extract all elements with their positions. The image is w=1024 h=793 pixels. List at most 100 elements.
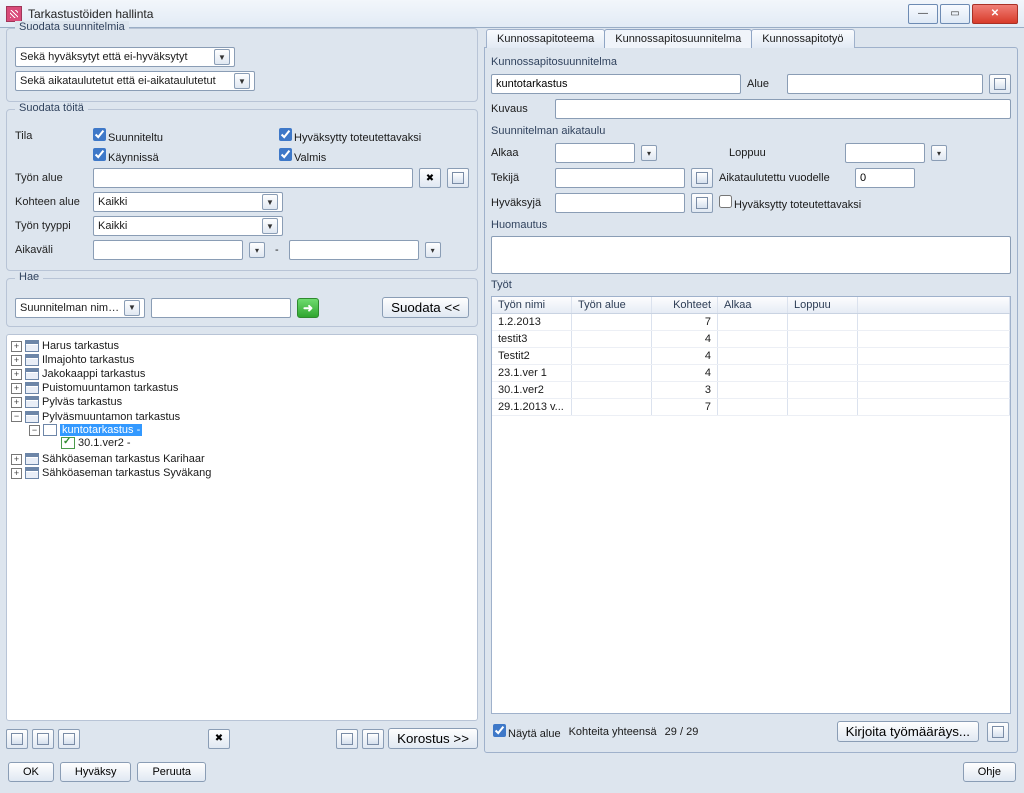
- layer1-button[interactable]: [336, 729, 358, 749]
- tree-node[interactable]: +Harus tarkastus: [11, 339, 475, 353]
- table-cell: [572, 331, 652, 347]
- info-button[interactable]: [58, 729, 80, 749]
- th-name[interactable]: Työn nimi: [492, 297, 572, 313]
- start-input[interactable]: [555, 143, 635, 163]
- minimize-button[interactable]: —: [908, 4, 938, 24]
- schedule-value: Sekä aikataulutetut että ei-aikataulutet…: [20, 75, 234, 87]
- cancel-button[interactable]: Peruuta: [137, 762, 206, 782]
- collapse-icon[interactable]: −: [11, 411, 22, 422]
- date-picker-icon[interactable]: ▾: [249, 242, 265, 258]
- pick-plan-area-button[interactable]: [989, 74, 1011, 94]
- tree-node[interactable]: −kuntotarkastus -30.1.ver2 -: [29, 423, 475, 451]
- table-row[interactable]: 30.1.ver23: [492, 382, 1010, 399]
- highlight-button[interactable]: Korostus >>: [388, 728, 478, 749]
- tree-node[interactable]: + Sähköaseman tarkastus Syväkang: [11, 466, 475, 480]
- author-input[interactable]: [555, 168, 685, 188]
- date-picker-icon[interactable]: ▾: [931, 145, 947, 161]
- help-button[interactable]: Ohje: [963, 762, 1016, 782]
- table-cell: [718, 399, 788, 415]
- cb-approved[interactable]: Hyväksytty toteutettavaksi: [279, 128, 421, 144]
- layer2-button[interactable]: [362, 729, 384, 749]
- pick-approver-button[interactable]: [691, 193, 713, 213]
- expand-icon[interactable]: +: [11, 355, 22, 366]
- interval-end[interactable]: [289, 240, 419, 260]
- pick-area-button[interactable]: [447, 168, 469, 188]
- user-icon: [696, 197, 708, 209]
- tree-node[interactable]: +Pylväs tarkastus: [11, 395, 475, 409]
- sched-year-input[interactable]: [855, 168, 915, 188]
- end-input[interactable]: [845, 143, 925, 163]
- expand-icon[interactable]: +: [11, 454, 22, 465]
- clear-area-button[interactable]: ✖: [419, 168, 441, 188]
- tab-plan[interactable]: Kunnossapitosuunnitelma: [604, 29, 752, 48]
- th-area[interactable]: Työn alue: [572, 297, 652, 313]
- search-go-button[interactable]: ➜: [297, 298, 319, 318]
- tree-node[interactable]: +Jakokaappi tarkastus: [11, 367, 475, 381]
- table-cell: 7: [652, 314, 718, 330]
- desc-input[interactable]: [555, 99, 1011, 119]
- tree-node[interactable]: 30.1.ver2 -: [47, 436, 475, 450]
- expand-icon[interactable]: +: [11, 383, 22, 394]
- approver-input[interactable]: [555, 193, 685, 213]
- date-picker-icon[interactable]: ▾: [425, 242, 441, 258]
- maximize-button[interactable]: ▭: [940, 4, 970, 24]
- plan-area-input[interactable]: [787, 74, 983, 94]
- new-button[interactable]: [6, 729, 28, 749]
- bottom-bar: OK Hyväksy Peruuta Ohje: [6, 757, 1018, 787]
- interval-start[interactable]: [93, 240, 243, 260]
- tab-work[interactable]: Kunnossapitotyö: [751, 29, 854, 48]
- date-picker-icon[interactable]: ▾: [641, 145, 657, 161]
- table-row[interactable]: Testit24: [492, 348, 1010, 365]
- tree-node-label: Sähköaseman tarkastus Syväkang: [42, 467, 211, 479]
- delete-button[interactable]: ✖: [208, 729, 230, 749]
- state-label: Tila: [15, 130, 87, 142]
- expand-icon[interactable]: +: [11, 397, 22, 408]
- expand-icon[interactable]: +: [11, 341, 22, 352]
- ok-button[interactable]: OK: [8, 762, 54, 782]
- close-button[interactable]: ✕: [972, 4, 1018, 24]
- cb-running[interactable]: Käynnissä: [93, 148, 273, 164]
- target-area-combo[interactable]: Kaikki ▼: [93, 192, 283, 212]
- work-area-input[interactable]: [93, 168, 413, 188]
- table-row[interactable]: testit34: [492, 331, 1010, 348]
- table-row[interactable]: 23.1.ver 14: [492, 365, 1010, 382]
- author-label: Tekijä: [491, 172, 549, 184]
- table-row[interactable]: 1.2.20137: [492, 314, 1010, 331]
- schedule-combo[interactable]: Sekä aikataulutetut että ei-aikataulutet…: [15, 71, 255, 91]
- table-row[interactable]: 29.1.2013 v...7: [492, 399, 1010, 416]
- edit-order-button[interactable]: [987, 722, 1009, 742]
- cal-icon: [25, 467, 39, 479]
- note-input[interactable]: [491, 236, 1011, 274]
- th-end[interactable]: Loppuu: [788, 297, 858, 313]
- tabs: Kunnossapitoteema Kunnossapitosuunnitelm…: [484, 28, 1018, 47]
- filter-toggle-button[interactable]: Suodata <<: [382, 297, 469, 318]
- collapse-icon[interactable]: −: [29, 425, 40, 436]
- pick-author-button[interactable]: [691, 168, 713, 188]
- tree-node[interactable]: +Sähköaseman tarkastus Karihaar: [11, 452, 475, 466]
- expand-icon[interactable]: +: [11, 468, 22, 479]
- sched-year-label: Aikataulutettu vuodelle: [719, 172, 849, 184]
- tree-node[interactable]: +Ilmajohto tarkastus: [11, 353, 475, 367]
- plan-name-input[interactable]: [491, 74, 741, 94]
- cb-done[interactable]: Valmis: [279, 148, 326, 164]
- cb-planned[interactable]: Suunniteltu: [93, 128, 273, 144]
- work-type-label: Työn tyyppi: [15, 220, 87, 232]
- tree-node[interactable]: +Puistomuuntamon tarkastus: [11, 381, 475, 395]
- tree-node[interactable]: −Pylväsmuuntamon tarkastus−kuntotarkastu…: [11, 409, 475, 451]
- work-type-combo[interactable]: Kaikki ▼: [93, 216, 283, 236]
- search-mode-combo[interactable]: Suunnitelman nimellä ▼: [15, 298, 145, 318]
- copy-button[interactable]: [32, 729, 54, 749]
- plan-tree[interactable]: +Harus tarkastus+Ilmajohto tarkastus+Jak…: [6, 334, 478, 721]
- write-order-button[interactable]: Kirjoita työmääräys...: [837, 721, 979, 742]
- works-table[interactable]: Työn nimi Työn alue Kohteet Alkaa Loppuu…: [491, 296, 1011, 714]
- expand-icon[interactable]: +: [11, 369, 22, 380]
- th-targets[interactable]: Kohteet: [652, 297, 718, 313]
- copy-icon: [37, 733, 49, 745]
- approval-combo[interactable]: Sekä hyväksytyt että ei-hyväksytyt ▼: [15, 47, 235, 67]
- show-area-checkbox[interactable]: Näytä alue: [493, 724, 561, 740]
- th-start[interactable]: Alkaa: [718, 297, 788, 313]
- search-input[interactable]: [151, 298, 291, 318]
- approve-button[interactable]: Hyväksy: [60, 762, 132, 782]
- tab-theme[interactable]: Kunnossapitoteema: [486, 29, 605, 48]
- approved-checkbox[interactable]: Hyväksytty toteutettavaksi: [719, 195, 861, 211]
